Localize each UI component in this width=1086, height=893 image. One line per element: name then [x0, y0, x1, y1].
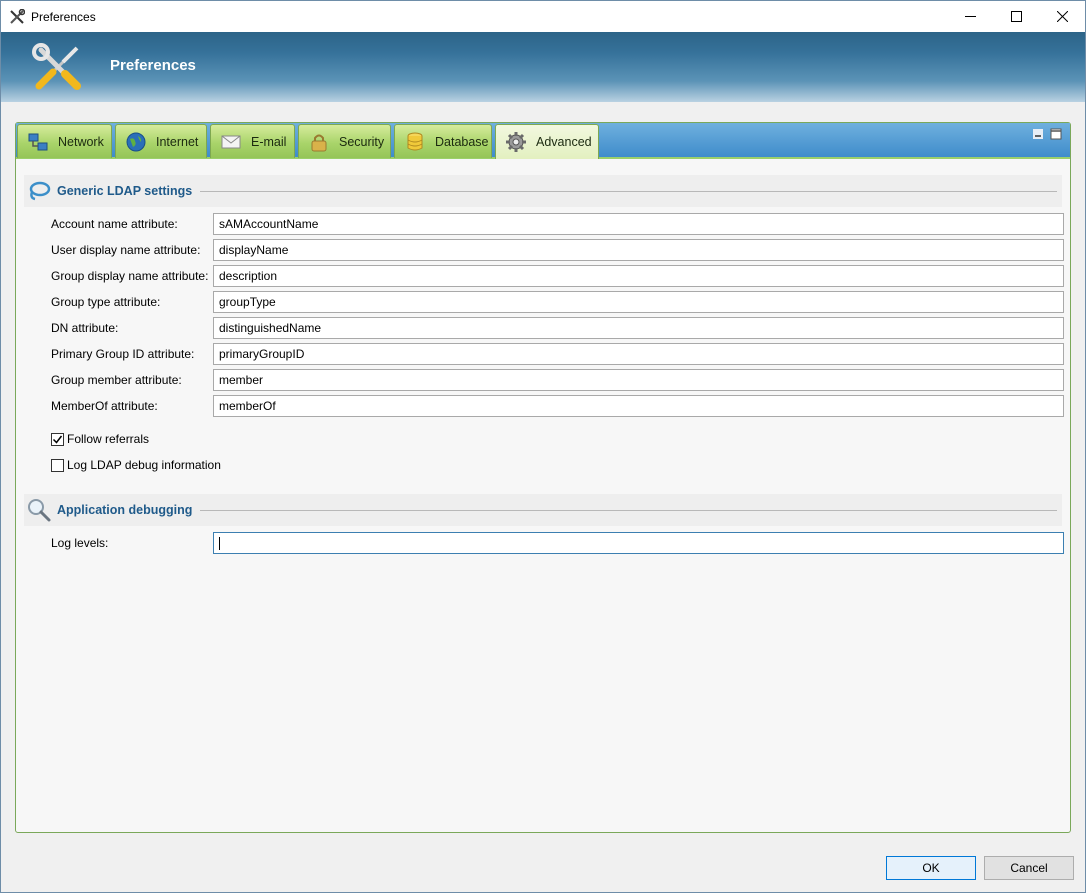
tab-label: Internet — [156, 134, 199, 149]
log-levels-row: Log levels: — [51, 532, 1064, 554]
log-levels-input[interactable] — [213, 532, 1064, 554]
restore-panel-icon[interactable] — [1050, 128, 1062, 140]
text-cursor — [219, 537, 220, 551]
account-name-row: Account name attribute: sAMAccountName — [51, 213, 1064, 235]
magnifier-icon — [28, 499, 51, 522]
debugging-section-header: Application debugging — [24, 494, 1062, 526]
follow-referrals-checkbox[interactable] — [51, 432, 64, 446]
group-member-input[interactable]: member — [213, 369, 1064, 391]
dn-input[interactable]: distinguishedName — [213, 317, 1064, 339]
field-label: Group member attribute: — [51, 373, 182, 387]
field-label: Account name attribute: — [51, 217, 178, 231]
database-icon — [407, 132, 423, 150]
field-label: User display name attribute: — [51, 243, 201, 257]
field-label: Log levels: — [51, 536, 109, 550]
memberof-input[interactable]: memberOf — [213, 395, 1064, 417]
group-member-row: Group member attribute: member — [51, 369, 1064, 391]
minimize-button[interactable] — [947, 1, 993, 32]
tab-label: Network — [58, 134, 104, 149]
maximize-icon — [1010, 11, 1022, 22]
tab-label: Advanced — [536, 135, 592, 149]
ok-button[interactable]: OK — [886, 856, 976, 880]
tab-panel: Network Internet E-mail Security Databas… — [15, 122, 1071, 833]
user-display-name-row: User display name attribute: displayName — [51, 239, 1064, 261]
section-divider — [200, 190, 1057, 192]
header-title: Preferences — [110, 57, 196, 74]
tab-label: E-mail — [251, 134, 287, 149]
field-label: Group type attribute: — [51, 295, 161, 309]
tab-internet[interactable]: Internet — [115, 124, 207, 158]
log-ldap-debug-label: Log LDAP debug information — [67, 458, 221, 472]
ldap-section-header: Generic LDAP settings — [24, 175, 1062, 207]
window-title: Preferences — [31, 9, 96, 24]
tab-label: Database — [435, 134, 489, 149]
tab-security[interactable]: Security — [298, 124, 391, 158]
close-icon — [1056, 11, 1068, 22]
cancel-button[interactable]: Cancel — [984, 856, 1074, 880]
title-bar: Preferences — [1, 1, 1085, 32]
preferences-window: Preferences Preferences Network Internet… — [0, 0, 1086, 893]
debugging-section-title: Application debugging — [57, 503, 193, 517]
field-label: MemberOf attribute: — [51, 399, 158, 413]
primary-group-id-input[interactable]: primaryGroupID — [213, 343, 1064, 365]
lock-icon — [311, 134, 327, 151]
minimize-panel-icon[interactable] — [1032, 128, 1044, 140]
tools-icon — [32, 43, 81, 90]
account-name-input[interactable]: sAMAccountName — [213, 213, 1064, 235]
group-display-name-input[interactable]: description — [213, 265, 1064, 287]
network-icon — [28, 133, 48, 150]
envelope-icon — [221, 135, 241, 148]
checkmark-icon — [52, 435, 63, 444]
follow-referrals-option[interactable]: Follow referrals — [51, 431, 149, 447]
log-ldap-debug-option[interactable]: Log LDAP debug information — [51, 457, 221, 473]
ldap-section-title: Generic LDAP settings — [57, 184, 193, 198]
group-type-row: Group type attribute: groupType — [51, 291, 1064, 313]
field-label: Primary Group ID attribute: — [51, 347, 195, 361]
gear-icon — [506, 132, 526, 152]
memberof-row: MemberOf attribute: memberOf — [51, 395, 1064, 417]
group-display-name-row: Group display name attribute: descriptio… — [51, 265, 1064, 287]
tools-icon — [10, 8, 25, 24]
maximize-button[interactable] — [993, 1, 1039, 32]
log-ldap-debug-checkbox[interactable] — [51, 458, 64, 472]
follow-referrals-label: Follow referrals — [67, 432, 150, 446]
section-divider — [200, 509, 1057, 511]
globe-icon — [126, 132, 146, 151]
user-display-name-input[interactable]: displayName — [213, 239, 1064, 261]
tab-network[interactable]: Network — [17, 124, 112, 158]
minimize-icon — [964, 16, 976, 17]
tab-database[interactable]: Database — [394, 124, 492, 158]
field-label: DN attribute: — [51, 321, 119, 335]
tab-email[interactable]: E-mail — [210, 124, 295, 158]
primary-group-id-row: Primary Group ID attribute: primaryGroup… — [51, 343, 1064, 365]
header-banner: Preferences — [1, 32, 1085, 102]
dn-row: DN attribute: distinguishedName — [51, 317, 1064, 339]
tab-strip: Network Internet E-mail Security Databas… — [16, 123, 1070, 159]
field-label: Group display name attribute: — [51, 269, 209, 283]
group-type-input[interactable]: groupType — [213, 291, 1064, 313]
close-button[interactable] — [1039, 1, 1085, 32]
tab-advanced[interactable]: Advanced — [495, 124, 599, 159]
ldap-icon — [29, 181, 51, 201]
tab-label: Security — [339, 134, 385, 149]
